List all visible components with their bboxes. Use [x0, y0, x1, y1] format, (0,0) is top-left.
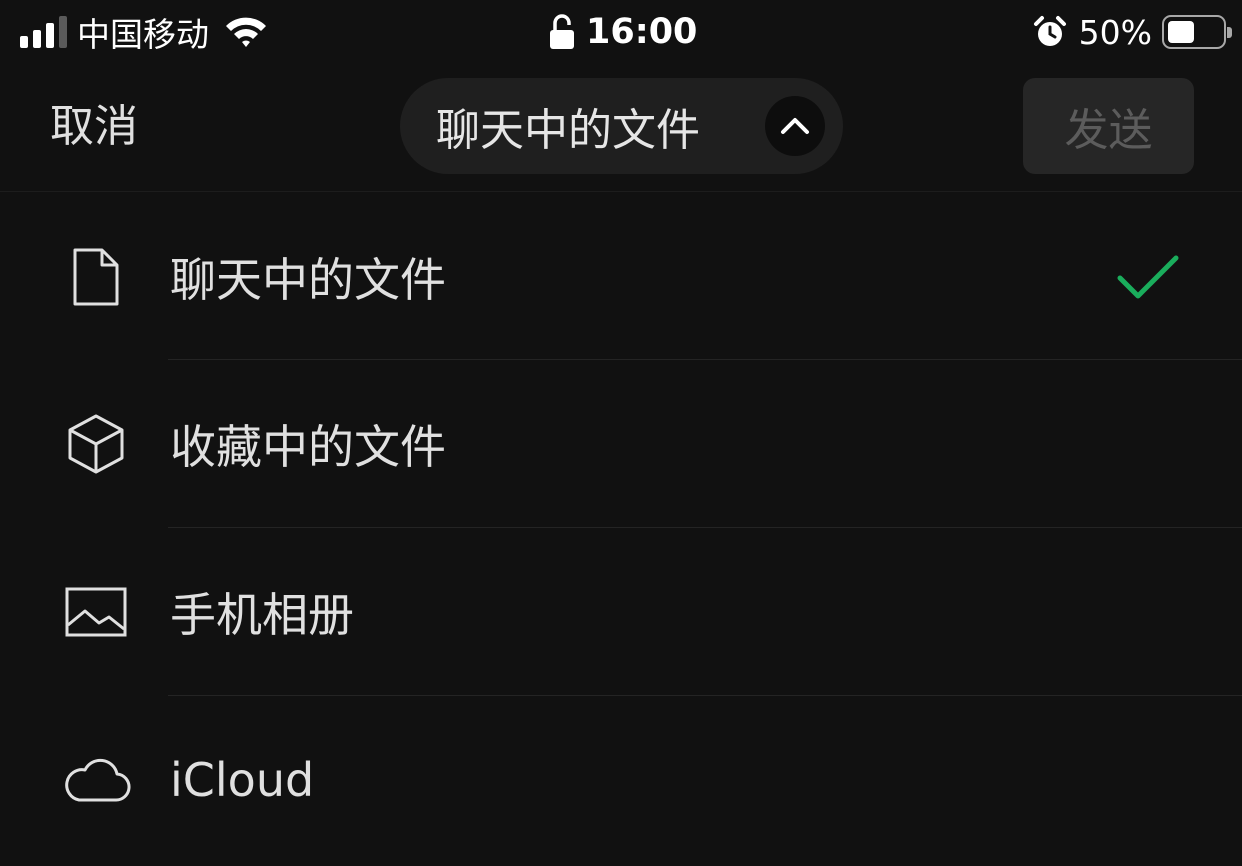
battery-icon [1162, 15, 1232, 49]
alarm-icon [1033, 16, 1066, 46]
battery-percentage: 50% [1078, 12, 1152, 52]
clock-time: 16:00 [586, 12, 698, 52]
file-source-picker-screen: 中国移动 16:00 50% 取消 聊天中的文件 发送 聊天中的文件 收藏中的文… [0, 0, 1242, 866]
image-icon [60, 576, 132, 648]
signal-icon [20, 16, 67, 48]
source-dropdown-toggle[interactable]: 聊天中的文件 [400, 78, 843, 174]
menu-item-icloud[interactable]: iCloud [0, 696, 1242, 864]
signal-bar [46, 23, 54, 48]
menu-item-label: 收藏中的文件 [170, 420, 446, 474]
signal-bar [33, 30, 41, 48]
cube-icon [60, 408, 132, 480]
signal-bar [20, 36, 28, 48]
battery-level-fill [1168, 21, 1194, 43]
battery-nub [1227, 27, 1232, 38]
lock-icon [550, 14, 574, 49]
file-source-menu: 聊天中的文件 收藏中的文件 手机相册 iCloud [0, 193, 1242, 864]
carrier-name: 中国移动 [77, 15, 209, 54]
chevron-up-icon [765, 96, 825, 156]
status-right: 50% [1033, 8, 1232, 56]
wifi-icon [226, 17, 266, 47]
status-left: 中国移动 [20, 8, 269, 56]
signal-bar [59, 16, 67, 48]
menu-item-favorite-files[interactable]: 收藏中的文件 [0, 360, 1242, 528]
send-button[interactable]: 发送 [1023, 78, 1194, 174]
menu-item-label: iCloud [170, 753, 315, 807]
document-icon [60, 241, 132, 313]
status-center: 16:00 [548, 8, 697, 56]
menu-item-photo-album[interactable]: 手机相册 [0, 528, 1242, 696]
navigation-bar: 取消 聊天中的文件 发送 [0, 64, 1242, 192]
cancel-button[interactable]: 取消 [50, 94, 138, 160]
status-bar: 中国移动 16:00 50% [0, 0, 1242, 64]
nav-title: 聊天中的文件 [436, 105, 700, 156]
menu-item-label: 手机相册 [170, 588, 354, 642]
cloud-icon [60, 744, 132, 816]
menu-item-chat-files[interactable]: 聊天中的文件 [0, 193, 1242, 360]
checkmark-icon [1117, 255, 1179, 298]
menu-item-label: 聊天中的文件 [170, 252, 446, 307]
